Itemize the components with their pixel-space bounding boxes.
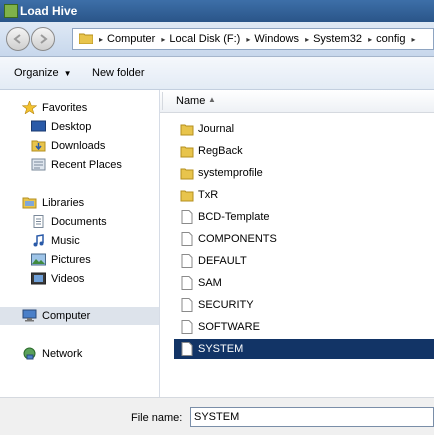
- folder-item-systemprofile[interactable]: systemprofile: [174, 163, 434, 183]
- file-item-components[interactable]: COMPONENTS: [174, 229, 434, 249]
- file-icon: [181, 210, 193, 224]
- libraries-icon: [22, 197, 37, 209]
- file-icon: [181, 254, 193, 268]
- app-icon: [4, 4, 18, 18]
- downloads-icon: [31, 140, 46, 152]
- star-icon: [22, 101, 37, 114]
- nav-item-desktop[interactable]: Desktop: [31, 118, 151, 136]
- file-icon: [181, 232, 193, 246]
- breadcrumb-system32[interactable]: ▸ System32: [305, 33, 362, 45]
- file-item-software[interactable]: SOFTWARE: [174, 317, 434, 337]
- forward-button[interactable]: [31, 27, 55, 51]
- file-item-sam[interactable]: SAM: [174, 273, 434, 293]
- folder-item-regback[interactable]: RegBack: [174, 141, 434, 161]
- computer-icon: [22, 309, 37, 322]
- filename-label: File name:: [131, 412, 183, 424]
- filename-input[interactable]: [190, 407, 434, 427]
- back-arrow-icon: [13, 34, 21, 44]
- organize-button[interactable]: Organize ▼: [14, 67, 72, 79]
- column-header-name[interactable]: Name ▲: [160, 90, 434, 113]
- folder-item-journal[interactable]: Journal: [174, 119, 434, 139]
- folder-icon: [180, 146, 194, 158]
- sort-ascending-icon: ▲: [208, 95, 216, 104]
- file-item-security[interactable]: SECURITY: [174, 295, 434, 315]
- filename-bar: File name:: [0, 397, 434, 435]
- folder-item-txr[interactable]: TxR: [174, 185, 434, 205]
- folder-icon: [79, 33, 93, 44]
- documents-icon: [33, 215, 44, 228]
- nav-item-recent-places[interactable]: Recent Places: [31, 156, 151, 174]
- nav-item-videos[interactable]: Videos: [31, 270, 151, 288]
- file-list: Name ▲ Journal RegBack systemprofile TxR…: [160, 90, 434, 397]
- file-icon: [181, 342, 193, 356]
- file-item-default[interactable]: DEFAULT: [174, 251, 434, 271]
- breadcrumb[interactable]: ▸ Computer ▸ Local Disk (F:) ▸ Windows ▸ Sys…: [72, 28, 434, 50]
- window-title: Load Hive: [20, 4, 78, 18]
- nav-computer[interactable]: Computer: [0, 307, 159, 325]
- navigation-pane: Favorites Desktop Downloads Recent Place…: [0, 90, 160, 397]
- nav-item-pictures[interactable]: Pictures: [31, 251, 151, 269]
- back-button[interactable]: [6, 27, 30, 51]
- breadcrumb-computer[interactable]: ▸ Computer: [99, 33, 155, 45]
- nav-libraries[interactable]: Libraries: [22, 194, 152, 212]
- file-icon: [181, 320, 193, 334]
- folder-icon: [180, 168, 194, 180]
- nav-item-downloads[interactable]: Downloads: [31, 137, 151, 155]
- title-bar: Load Hive: [0, 0, 434, 22]
- file-icon: [181, 298, 193, 312]
- desktop-icon: [31, 120, 46, 132]
- recent-places-icon: [31, 158, 46, 171]
- breadcrumb-local-disk[interactable]: ▸ Local Disk (F:): [161, 33, 240, 45]
- chevron-down-icon: ▼: [63, 69, 72, 78]
- network-icon: [23, 347, 36, 360]
- breadcrumb-overflow[interactable]: ▸: [412, 33, 420, 45]
- folder-icon: [180, 190, 194, 202]
- nav-item-music[interactable]: Music: [31, 232, 151, 250]
- breadcrumb-config[interactable]: ▸ config: [368, 33, 405, 45]
- nav-item-documents[interactable]: Documents: [31, 213, 151, 231]
- pictures-icon: [31, 253, 46, 266]
- music-icon: [33, 234, 44, 247]
- videos-icon: [31, 272, 46, 285]
- nav-favorites[interactable]: Favorites: [22, 99, 152, 117]
- new-folder-button[interactable]: New folder: [92, 67, 145, 79]
- file-item-system[interactable]: SYSTEM: [174, 339, 434, 359]
- breadcrumb-windows[interactable]: ▸ Windows: [246, 33, 299, 45]
- nav-network[interactable]: Network: [22, 345, 152, 363]
- file-icon: [181, 276, 193, 290]
- toolbar: Organize ▼ New folder: [0, 57, 434, 90]
- folder-icon: [180, 124, 194, 136]
- address-bar: ▸ Computer ▸ Local Disk (F:) ▸ Windows ▸ Sys…: [0, 22, 434, 57]
- forward-arrow-icon: [40, 34, 48, 44]
- file-item-bcd-template[interactable]: BCD-Template: [174, 207, 434, 227]
